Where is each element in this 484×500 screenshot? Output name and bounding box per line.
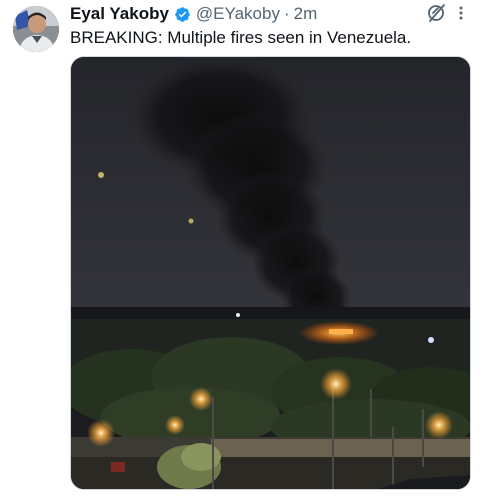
verified-badge-icon[interactable] (174, 6, 191, 23)
fire-photo (71, 57, 470, 489)
tweet-text: BREAKING: Multiple fires seen in Venezue… (70, 28, 412, 47)
tweet-media-photo[interactable] (70, 56, 471, 490)
author-avatar[interactable] (13, 6, 59, 52)
tweet-timestamp[interactable]: 2m (294, 4, 318, 24)
tweet-header: Eyal Yakoby @EYakoby · 2m (70, 2, 472, 26)
author-name[interactable]: Eyal Yakoby (70, 4, 169, 24)
separator-dot: · (283, 4, 290, 23)
tweet[interactable]: Eyal Yakoby @EYakoby · 2m BREAKING: Mult… (0, 0, 484, 500)
grok-icon[interactable] (426, 2, 448, 24)
avatar-photo (13, 6, 59, 52)
more-options-icon[interactable] (452, 4, 470, 22)
author-handle[interactable]: @EYakoby (196, 4, 280, 24)
